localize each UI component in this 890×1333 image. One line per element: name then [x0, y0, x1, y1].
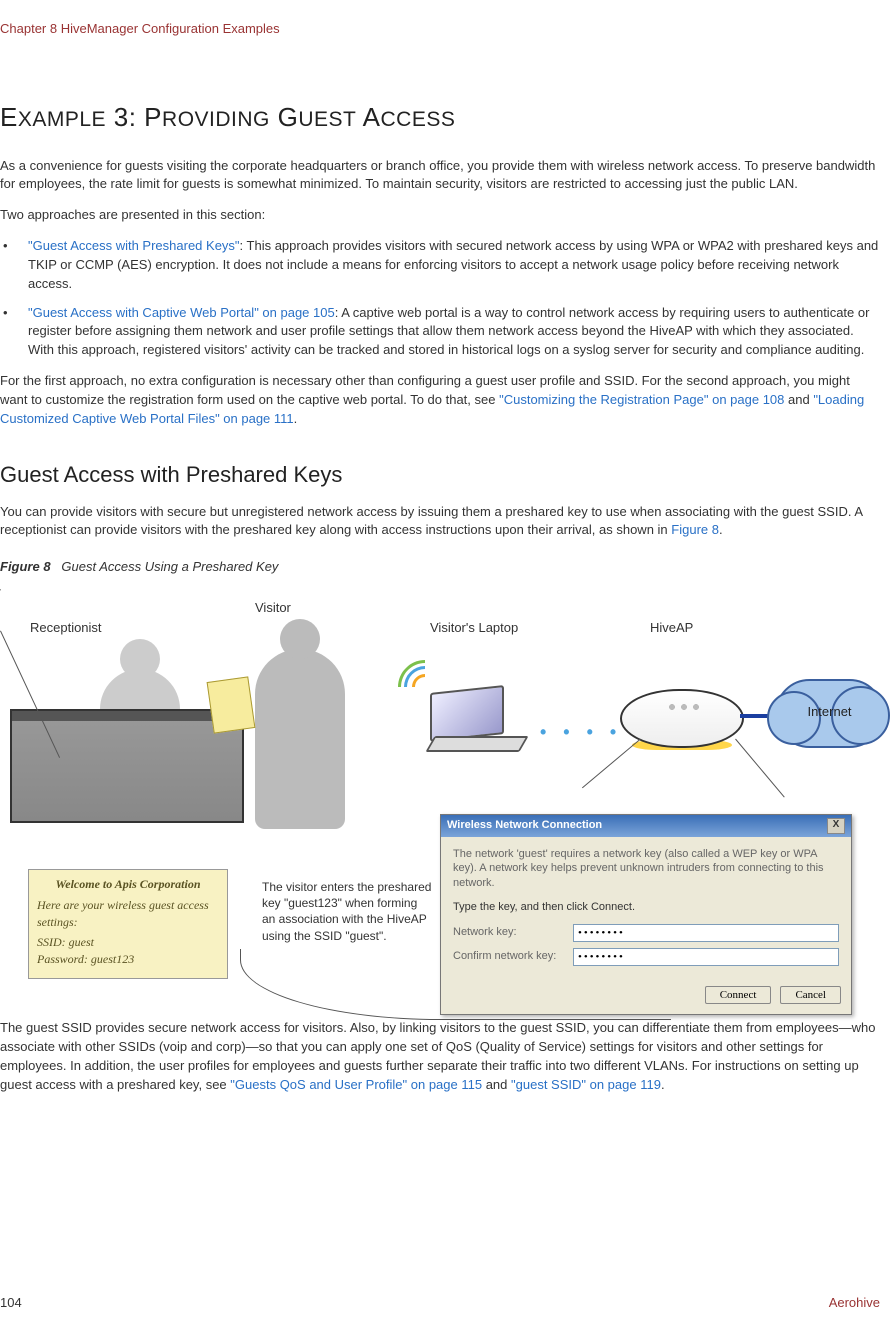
note-line-1: Here are your wireless guest access sett…	[37, 897, 219, 931]
intro-paragraph: As a convenience for guests visiting the…	[0, 157, 880, 195]
zoom-line	[0, 589, 3, 627]
dialog-type-line: Type the key, and then click Connect.	[453, 900, 839, 916]
input-confirm-key[interactable]	[573, 948, 839, 966]
dialog-help-text: The network 'guest' requires a network k…	[453, 847, 839, 890]
bullet-2: "Guest Access with Captive Web Portal" o…	[0, 304, 880, 361]
section-heading: Guest Access with Preshared Keys	[0, 459, 880, 491]
section-text-end: .	[719, 522, 723, 537]
internet-cloud-icon: Internet	[775, 679, 884, 748]
section-text-1: You can provide visitors with secure but…	[0, 504, 862, 538]
intro-paragraph-2: Two approaches are presented in this sec…	[0, 206, 880, 225]
link-preshared-keys[interactable]: "Guest Access with Preshared Keys"	[28, 238, 240, 253]
note-line-password: Password: guest123	[37, 951, 219, 968]
closing-paragraph: The guest SSID provides secure network a…	[0, 1019, 880, 1094]
section-paragraph: You can provide visitors with secure but…	[0, 503, 880, 541]
figure-title: Guest Access Using a Preshared Key	[61, 559, 278, 574]
bullet-1: "Guest Access with Preshared Keys": This…	[0, 237, 880, 294]
link-figure-8[interactable]: Figure 8	[671, 522, 719, 537]
post-bullets-paragraph: For the first approach, no extra configu…	[0, 372, 880, 429]
brand-name: Aerohive	[829, 1294, 880, 1313]
label-visitor: Visitor	[255, 599, 291, 618]
closing-mid: and	[482, 1077, 511, 1092]
link-guest-ssid[interactable]: "guest SSID" on page 119	[511, 1077, 661, 1092]
closing-end: .	[661, 1077, 665, 1092]
link-captive-portal[interactable]: "Guest Access with Captive Web Portal" o…	[28, 305, 335, 320]
close-icon[interactable]: X	[827, 818, 845, 834]
label-internet: Internet	[777, 703, 882, 722]
wireless-dialog: Wireless Network Connection X The networ…	[440, 814, 852, 1015]
dialog-title-text: Wireless Network Connection	[447, 818, 602, 834]
label-visitors-laptop: Visitor's Laptop	[430, 619, 518, 638]
connect-button[interactable]: Connect	[705, 986, 772, 1004]
label-confirm-key: Confirm network key:	[453, 949, 573, 965]
figure-number: Figure 8	[0, 559, 51, 574]
note-line-ssid: SSID: guest	[37, 934, 219, 951]
dialog-titlebar: Wireless Network Connection X	[441, 815, 851, 837]
label-network-key: Network key:	[453, 925, 573, 941]
note-title: Welcome to Apis Corporation	[37, 876, 219, 893]
post-bullets-end: .	[294, 411, 298, 426]
visitor-figure	[255, 649, 345, 829]
zoom-line	[582, 739, 641, 789]
page-title: EXAMPLE 3: PROVIDING GUEST ACCESS	[0, 99, 880, 137]
link-customizing-registration[interactable]: "Customizing the Registration Page" on p…	[499, 392, 784, 407]
link-guests-qos[interactable]: "Guests QoS and User Profile" on page 11…	[230, 1077, 482, 1092]
figure-8: Receptionist Visitor Visitor's Laptop Hi…	[0, 589, 870, 989]
label-receptionist: Receptionist	[30, 619, 102, 638]
receptionist-head	[120, 639, 160, 679]
label-hiveap: HiveAP	[650, 619, 693, 638]
page-number: 104	[0, 1294, 22, 1313]
card-graphic	[207, 676, 256, 733]
figure-caption: Figure 8 Guest Access Using a Preshared …	[0, 558, 880, 577]
chapter-header: Chapter 8 HiveManager Configuration Exam…	[0, 20, 880, 39]
cancel-button[interactable]: Cancel	[780, 986, 841, 1004]
visitor-head	[280, 619, 320, 659]
welcome-note: Welcome to Apis Corporation Here are you…	[28, 869, 228, 979]
post-bullets-mid: and	[784, 392, 813, 407]
zoom-line	[735, 739, 785, 798]
laptop-icon	[430, 689, 525, 749]
input-network-key[interactable]	[573, 924, 839, 942]
figure-inline-caption: The visitor enters the preshared key "gu…	[262, 879, 432, 944]
page-footer: 104 Aerohive	[0, 1294, 880, 1313]
